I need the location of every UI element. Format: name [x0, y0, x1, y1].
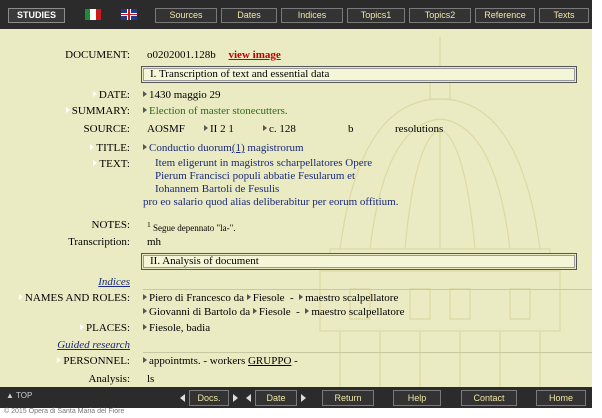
person-role[interactable]: maestro scalpellatore [305, 292, 398, 304]
italian-flag-icon[interactable] [85, 9, 101, 20]
role-link-icon [305, 308, 310, 314]
return-button[interactable]: Return [322, 390, 374, 406]
next-doc-arrow-icon[interactable] [233, 394, 238, 402]
source-type: resolutions [395, 123, 444, 135]
title-value: Conductio duorum(1) magistrorum [143, 141, 304, 155]
summary-label: SUMMARY: [65, 104, 130, 118]
places-link-icon [143, 324, 147, 330]
source-archive: AOSMF [147, 123, 185, 135]
name-entry: Piero di Francesco da Fiesole - maestro … [143, 291, 398, 305]
section-transcription-title: I. Transcription of text and essential d… [150, 68, 330, 80]
source-page-icon [263, 125, 267, 131]
date-button[interactable]: Date [255, 390, 297, 406]
section-analysis-title: II. Analysis of document [150, 255, 259, 267]
title-expand-icon [90, 144, 95, 150]
places-value[interactable]: Fiesole, badia [143, 321, 210, 335]
section-transcription-header: I. Transcription of text and essential d… [141, 66, 577, 83]
person-name[interactable]: Giovanni di Bartolo da [149, 306, 250, 318]
document-label: DOCUMENT: [65, 49, 130, 61]
date-expand-icon [92, 91, 97, 97]
indices-link[interactable]: Indices [98, 275, 130, 289]
notes-label: NOTES: [91, 219, 131, 231]
personnel-link-icon [143, 357, 147, 363]
nav-reference[interactable]: Reference [475, 8, 535, 23]
places-label: PLACES: [79, 321, 130, 335]
person-link-icon [143, 294, 147, 300]
contact-button[interactable]: Contact [461, 390, 517, 406]
divider [143, 289, 592, 290]
person-link-icon [143, 308, 147, 314]
nav-topics2[interactable]: Topics2 [409, 8, 471, 23]
document-record-panel: DOCUMENT: o0202001.128b view image I. Tr… [0, 29, 592, 387]
home-button[interactable]: Home [536, 390, 586, 406]
date-link-icon [143, 91, 147, 97]
personnel-value: appointmts. - workers GRUPPO - [143, 354, 298, 368]
help-button[interactable]: Help [393, 390, 441, 406]
name-entry: Giovanni di Bartolo da Fiesole - maestro… [143, 305, 404, 319]
previous-doc-arrow-icon[interactable] [180, 394, 185, 402]
document-id: o0202001.128b [147, 49, 216, 61]
title-link-icon [143, 144, 147, 150]
names-expand-icon [18, 294, 23, 300]
guided-research-link[interactable]: Guided research [57, 338, 130, 352]
analysis-label: Analysis: [88, 373, 130, 385]
analysis-value: ls [147, 373, 155, 385]
docs-button[interactable]: Docs. [189, 390, 229, 406]
personnel-expand-icon [57, 357, 62, 363]
place-link-icon [252, 308, 257, 314]
view-image-link[interactable]: view image [229, 49, 281, 61]
text-line: Item eligerunt in magistros scharpellato… [155, 157, 373, 169]
summary-expand-icon [65, 107, 70, 113]
role-link-icon [299, 294, 304, 300]
gruppo-link[interactable]: GRUPPO [248, 355, 291, 367]
place-link-icon [246, 294, 251, 300]
text-line: Iohannem Bartoli de Fesulis [155, 183, 280, 195]
next-date-arrow-icon[interactable] [301, 394, 306, 402]
divider [143, 352, 592, 353]
person-role[interactable]: maestro scalpellatore [311, 306, 404, 318]
nav-dates[interactable]: Dates [221, 8, 277, 23]
source-series-icon [204, 125, 208, 131]
person-name[interactable]: Piero di Francesco da [149, 292, 244, 304]
text-body: Item eligerunt in magistros scharpellato… [143, 157, 398, 209]
text-line: Pierum Francisci populi abbatie Fesularu… [155, 170, 356, 182]
top-navigation-bar: STUDIES Sources Dates Indices Topics1 To… [0, 0, 592, 29]
title-label: TITLE: [90, 141, 130, 155]
transcription-value: mh [147, 236, 162, 248]
date-label: DATE: [92, 88, 130, 102]
source-page[interactable]: c. 128 [263, 122, 296, 136]
nav-indices[interactable]: Indices [281, 8, 343, 23]
section-analysis-header: II. Analysis of document [141, 253, 577, 270]
transcription-label: Transcription: [68, 236, 130, 248]
date-value[interactable]: 1430 maggio 29 [143, 88, 221, 102]
places-expand-icon [79, 324, 84, 330]
nav-topics1[interactable]: Topics1 [347, 8, 405, 23]
source-side: b [348, 123, 354, 135]
title-note-ref[interactable]: (1) [232, 142, 245, 154]
summary-value[interactable]: Election of master stonecutters. [143, 104, 288, 118]
text-expand-icon [93, 160, 98, 166]
names-roles-label: NAMES AND ROLES: [18, 291, 130, 305]
source-label: SOURCE: [83, 123, 130, 135]
text-line: pro eo salario quod alias deliberabitur … [143, 196, 399, 208]
person-place[interactable]: Fiesole [259, 306, 291, 318]
personnel-label: PERSONNEL: [57, 354, 130, 368]
previous-date-arrow-icon[interactable] [246, 394, 251, 402]
back-to-top-link[interactable]: ▲ TOP [6, 391, 32, 400]
text-label: TEXT: [93, 157, 130, 171]
summary-link-icon [143, 107, 147, 113]
bottom-navigation-bar: ▲ TOP Docs. Date Return Help Contact Hom… [0, 387, 592, 408]
studies-brand-button[interactable]: STUDIES [8, 8, 66, 23]
note-text: 1 Segue depennato "la-". [147, 220, 236, 233]
source-series[interactable]: II 2 1 [204, 122, 234, 136]
person-place[interactable]: Fiesole [253, 292, 285, 304]
nav-sources[interactable]: Sources [155, 8, 217, 23]
english-flag-icon[interactable] [121, 9, 137, 20]
nav-texts[interactable]: Texts [539, 8, 589, 23]
copyright-footer: © 2015 Opera di Santa Maria del Fiore [4, 408, 125, 415]
